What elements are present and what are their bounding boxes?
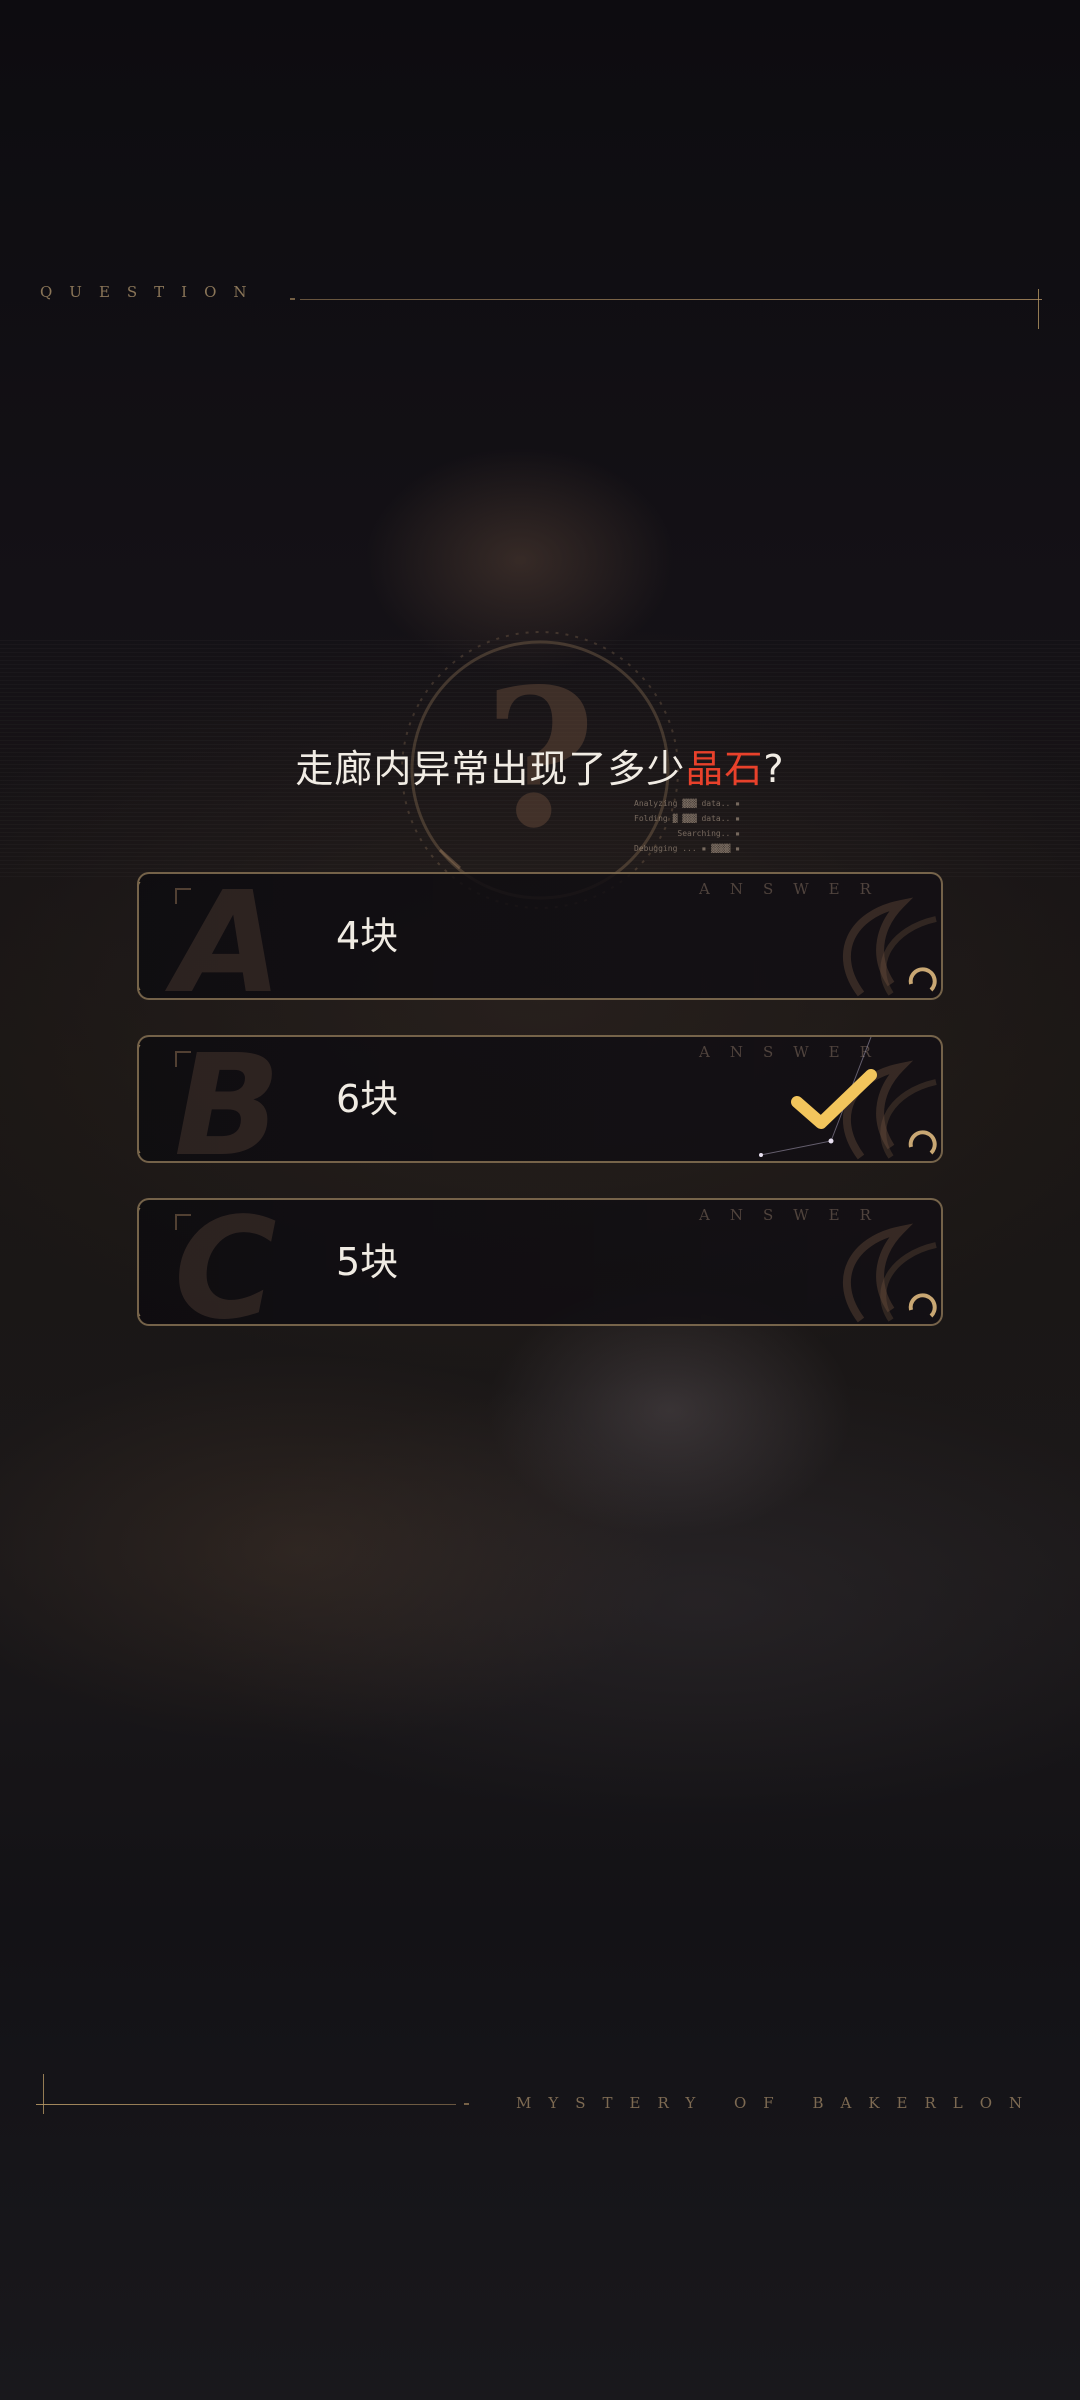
question-highlight: 晶石 [685,747,764,791]
question-mark: ? [763,747,785,791]
answer-label: 5块 [336,1240,399,1284]
log-line: Folding ▓ ▓▓▓ data.. ▪ [634,814,740,823]
answer-option-c[interactable]: C ANSWER 5块 [137,1198,943,1326]
answer-option-b[interactable]: B ANSWER 6块 [137,1035,943,1163]
log-line: Searching.. ▪ [677,829,740,838]
header-divider-tick [1038,289,1039,329]
header-divider-line [300,299,1042,300]
log-line: Analyzing ▓▓▓ data.. ▪ [634,799,740,808]
footer-divider-dot [464,2103,469,2105]
flourish-ornament-icon [842,897,937,997]
footer-divider-tick [43,2074,44,2114]
question-text-main: 走廊内异常出现了多少 [295,747,686,791]
quiz-screen: QUESTION ? 走廊内异常出现了多少晶石? Analyzing ▓▓▓ d… [0,0,1080,2400]
footer-divider-line [36,2104,456,2105]
question-text: 走廊内异常出现了多少晶石? [0,738,1080,793]
option-letter: B [174,1035,281,1163]
answer-label: 6块 [336,1077,399,1121]
answer-option-a[interactable]: A ANSWER 4块 [137,872,943,1000]
log-line: Debugging ... ▪ ▓▓▓▓ ▪ [634,844,740,853]
game-title-footer: MYSTERY OF BAKERLON [516,2094,1040,2112]
option-letter: A [174,872,283,1000]
question-header-label: QUESTION [40,283,264,301]
answer-label: 4块 [336,914,399,958]
flourish-ornament-icon [842,1223,937,1323]
header-divider-dot [290,298,295,300]
analysis-log: Analyzing ▓▓▓ data.. ▪ Folding ▓ ▓▓▓ dat… [620,796,740,856]
option-letter: C [174,1198,277,1326]
selected-checkmark-icon [791,1069,877,1129]
